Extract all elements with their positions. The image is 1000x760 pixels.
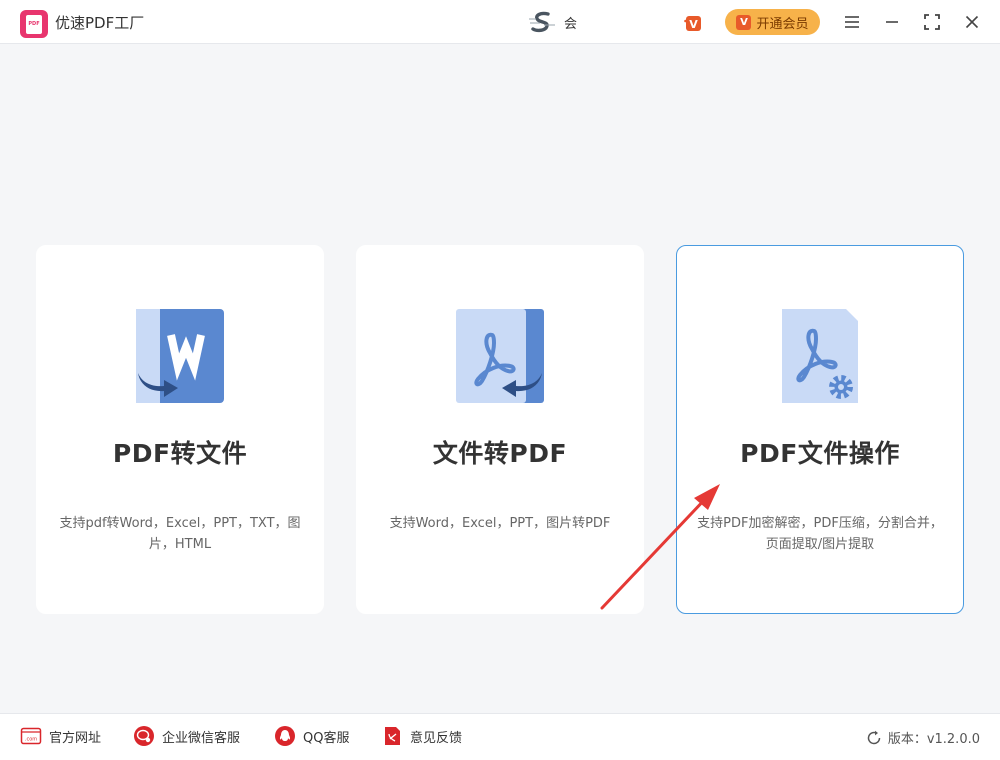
qq-icon — [275, 726, 295, 746]
card-title: 文件转PDF — [432, 439, 568, 468]
close-button[interactable] — [960, 10, 984, 34]
qq-service-link[interactable]: QQ客服 — [274, 725, 349, 747]
svg-text:V: V — [689, 18, 698, 31]
minimize-icon — [886, 21, 898, 23]
card-description: 支持pdf转Word，Excel，PPT，TXT，图片，HTML — [59, 516, 301, 552]
vip-badge-icon[interactable]: V — [683, 13, 703, 33]
word-convert-icon — [136, 309, 224, 403]
svg-text:.com: .com — [25, 737, 37, 743]
website-link[interactable]: .com 官方网址 — [20, 725, 101, 747]
website-label: 官方网址 — [49, 730, 102, 746]
website-icon: .com — [20, 727, 42, 745]
close-icon — [965, 15, 979, 29]
version-info[interactable]: 版本：v1.2.0.0 — [866, 728, 980, 747]
card-description: 支持Word，Excel，PPT，图片转PDF — [389, 516, 611, 531]
user-name: 会 — [564, 16, 578, 32]
card-description: 支持PDF加密解密，PDF压缩，分割合并，页面提取/图片提取 — [697, 516, 943, 552]
menu-icon — [845, 16, 859, 28]
qq-service-label: QQ客服 — [303, 730, 350, 746]
minimize-button[interactable] — [880, 10, 904, 34]
vip-icon: V — [736, 14, 752, 30]
user-area[interactable]: 会 — [528, 11, 577, 33]
app-logo: PDF — [20, 10, 48, 38]
footer-bar: .com 官方网址 企业微信客服 QQ客服 意见反馈 版本：v1.2.0.0 — [0, 713, 1000, 760]
title-bar: PDF 优速PDF工厂 会 V V 开通会员 — [0, 0, 1000, 44]
feedback-icon — [385, 727, 400, 745]
user-avatar-icon[interactable] — [528, 11, 556, 33]
wechat-service-link[interactable]: 企业微信客服 — [133, 725, 240, 747]
feedback-label: 意见反馈 — [410, 730, 463, 746]
pdf-operations-card[interactable]: PDF文件操作 支持PDF加密解密，PDF压缩，分割合并，页面提取/图片提取 — [676, 245, 964, 614]
pdf-to-file-card[interactable]: PDF转文件 支持pdf转Word，Excel，PPT，TXT，图片，HTML — [36, 245, 324, 614]
feedback-link[interactable]: 意见反馈 — [381, 725, 462, 747]
open-vip-label: 开通会员 — [756, 16, 809, 32]
menu-button[interactable] — [840, 10, 864, 34]
card-title: PDF文件操作 — [740, 439, 900, 468]
open-vip-button[interactable]: V 开通会员 — [725, 9, 820, 35]
fullscreen-icon — [924, 14, 940, 30]
wechat-service-label: 企业微信客服 — [162, 730, 241, 746]
wechat-work-icon — [134, 726, 154, 746]
card-title: PDF转文件 — [112, 439, 248, 468]
refresh-icon — [867, 730, 881, 744]
version-label: 版本：v1.2.0.0 — [887, 732, 980, 747]
pdf-settings-icon — [782, 309, 858, 403]
maximize-button[interactable] — [920, 10, 944, 34]
app-title: 优速PDF工厂 — [55, 14, 145, 32]
pdf-convert-icon — [456, 309, 544, 403]
file-to-pdf-card[interactable]: 文件转PDF 支持Word，Excel，PPT，图片转PDF — [356, 245, 644, 614]
